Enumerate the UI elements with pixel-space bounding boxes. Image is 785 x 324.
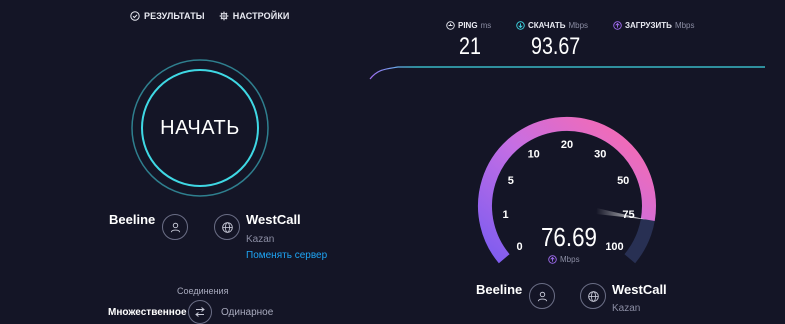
gauge-scale-label: 100 bbox=[605, 241, 623, 253]
connections-label: Соединения bbox=[177, 286, 229, 296]
download-icon bbox=[516, 21, 525, 30]
results-link[interactable]: РЕЗУЛЬТАТЫ bbox=[130, 11, 205, 21]
ping-icon bbox=[446, 21, 455, 30]
change-server-link[interactable]: Поменять сервер bbox=[246, 250, 327, 261]
arrows-toggle-icon bbox=[195, 307, 205, 317]
gauge-scale-label: 50 bbox=[617, 175, 629, 187]
user-icon bbox=[162, 214, 188, 240]
server-location: Kazan bbox=[246, 234, 275, 245]
speed-history-line bbox=[369, 66, 765, 80]
download-label: СКАЧАТЬ bbox=[528, 21, 566, 30]
download-header: СКАЧАТЬ Mbps bbox=[516, 21, 588, 30]
upload-icon bbox=[613, 21, 622, 30]
upload-header: ЗАГРУЗИТЬ Mbps bbox=[613, 21, 695, 30]
gauge-scale-label: 1 bbox=[502, 209, 508, 221]
gauge-scale-label: 0 bbox=[516, 241, 522, 253]
ping-label: PING bbox=[458, 21, 478, 30]
current-speed-value: 76.69 bbox=[541, 222, 597, 252]
bottom-server-name: WestCall bbox=[612, 282, 667, 297]
results-label: РЕЗУЛЬТАТЫ bbox=[144, 11, 205, 21]
settings-link[interactable]: НАСТРОЙКИ bbox=[219, 11, 290, 21]
isp-name: Beeline bbox=[109, 212, 156, 227]
current-speed-unit: Mbps bbox=[560, 255, 580, 264]
upload-label: ЗАГРУЗИТЬ bbox=[625, 21, 672, 30]
gauge-scale-label: 30 bbox=[594, 149, 606, 161]
connection-toggle[interactable] bbox=[188, 300, 212, 324]
start-button-label: НАЧАТЬ bbox=[160, 116, 240, 139]
server-name: WestCall bbox=[246, 212, 301, 227]
gear-icon bbox=[219, 11, 229, 21]
gauge-scale-label: 5 bbox=[508, 175, 514, 187]
settings-label: НАСТРОЙКИ bbox=[232, 11, 290, 21]
bottom-isp-name: Beeline bbox=[476, 282, 523, 297]
connection-multi-option[interactable]: Множественное bbox=[108, 307, 187, 318]
gauge-scale-label: 20 bbox=[561, 139, 573, 151]
top-nav: РЕЗУЛЬТАТЫ НАСТРОЙКИ bbox=[130, 11, 290, 21]
upload-small-icon bbox=[548, 255, 557, 264]
check-circle-icon bbox=[130, 11, 140, 21]
bottom-globe-icon bbox=[580, 283, 606, 309]
upload-unit: Mbps bbox=[674, 21, 695, 30]
globe-icon bbox=[214, 214, 240, 240]
bottom-server-location: Kazan bbox=[612, 303, 641, 314]
gauge-scale-label: 10 bbox=[528, 149, 540, 161]
ping-unit: ms bbox=[480, 21, 492, 30]
bottom-user-icon bbox=[529, 283, 555, 309]
start-button[interactable]: НАЧАТЬ bbox=[130, 58, 270, 198]
ping-header: PING ms bbox=[446, 21, 491, 30]
gauge-needle bbox=[596, 208, 646, 220]
download-unit: Mbps bbox=[568, 21, 589, 30]
connection-single-option[interactable]: Одинарное bbox=[221, 307, 273, 318]
current-speed-unit-row: Mbps bbox=[548, 255, 580, 264]
